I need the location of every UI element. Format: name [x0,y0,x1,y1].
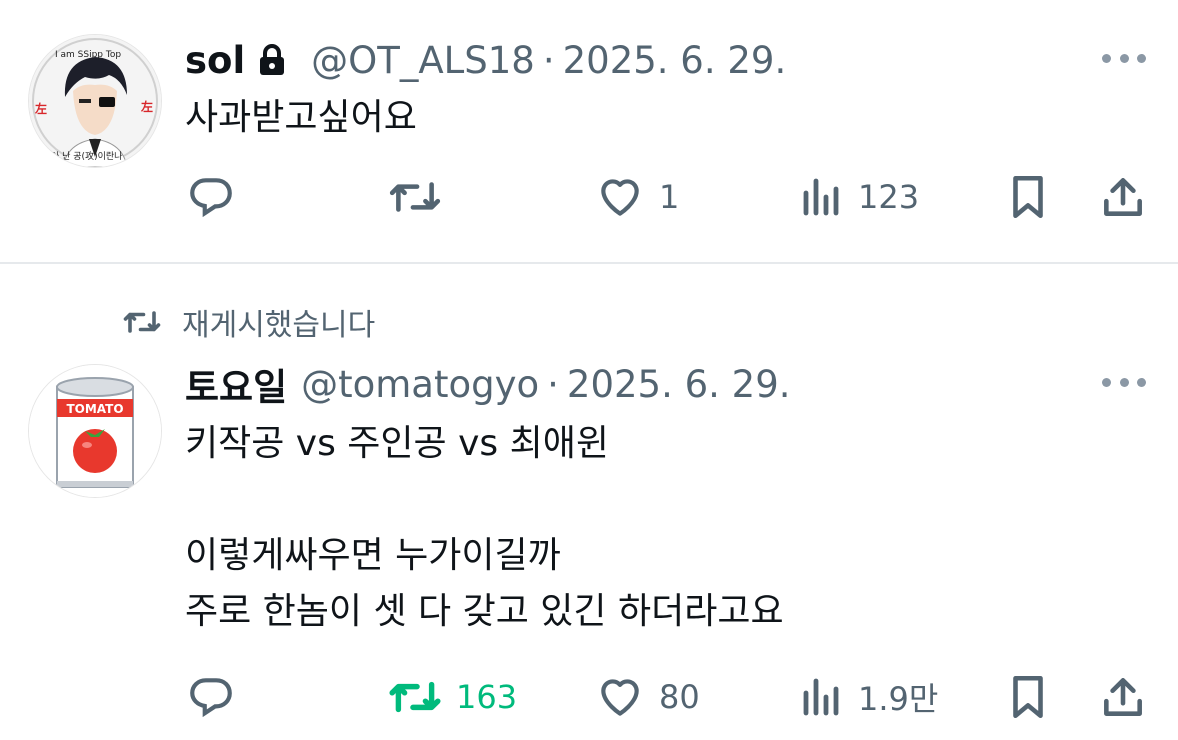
bookmark-icon [1013,675,1043,719]
tweet-text-line: 사과받고싶어요 [185,97,417,138]
share-icon [1104,678,1142,716]
tweet-text: 사과받고싶어요 [185,90,417,146]
can-label: TOMATO [66,402,123,416]
avatar-tomato[interactable]: TOMATO [28,364,162,498]
post-date[interactable]: 2025. 6. 29. [567,363,791,406]
user-handle[interactable]: @tomatogyo [301,363,539,406]
view-count: 1.9만 [858,680,939,718]
action-bar: 163 80 1.9만 [0,667,1178,727]
tweet-text-line: 키작공 vs 주인공 vs 최애윈 [185,423,609,464]
like-button[interactable]: 1 [595,167,679,227]
more-icon[interactable] [1102,54,1146,66]
action-bar: 1 123 [0,167,1178,227]
tweet-header: 토요일 @tomatogyo · 2025. 6. 29. [185,362,791,410]
user-handle[interactable]: @OT_ALS18 [311,39,535,82]
reply-button[interactable] [186,167,250,227]
like-icon [601,679,639,716]
tweet-text-line: 이렇게싸우면 누가이길까 [185,535,561,576]
view-count: 123 [858,178,920,216]
avatar-sol-image: I am SSipp Top 左 左 아 난 공(攻)이란나 [29,35,161,167]
avatar-text-left: 左 [34,101,47,116]
tweet-text-line [185,472,784,528]
like-button[interactable]: 80 [595,667,700,727]
bookmark-button[interactable] [1006,167,1050,227]
retweet-button[interactable] [388,167,456,227]
tweet-text: 키작공 vs 주인공 vs 최애윈 이렇게싸우면 누가이길까 주로 한놈이 셋 … [185,416,784,640]
retweet-button[interactable]: 163 [388,667,517,727]
retweet-count: 163 [456,678,518,716]
tweet-1[interactable]: I am SSipp Top 左 左 아 난 공(攻)이란나 sol @OT_A… [0,0,1178,262]
views-button[interactable]: 1.9만 [800,667,938,727]
post-date[interactable]: 2025. 6. 29. [563,39,787,82]
share-icon [1104,178,1142,216]
reply-icon [190,178,232,218]
tweet-text-line: 주로 한놈이 셋 다 갖고 있긴 하더라고요 [185,591,784,632]
display-name[interactable]: sol [185,39,245,82]
views-icon [803,178,839,216]
bookmark-button[interactable] [1006,667,1050,727]
separator-dot: · [547,362,559,406]
avatar-text-bottom: 아 난 공(攻)이란나 [51,150,122,162]
like-count: 1 [659,178,680,216]
avatar-sol[interactable]: I am SSipp Top 左 左 아 난 공(攻)이란나 [28,34,162,168]
tweet-2[interactable]: TOMATO 토요일 @tomatogyo · 2025. 6. 29. 키작공… [0,264,1178,740]
more-icon[interactable] [1102,378,1146,390]
lock-icon [257,43,287,77]
avatar-text-right: 左 [140,99,153,114]
bookmark-icon [1013,175,1043,219]
share-button[interactable] [1100,167,1146,227]
retweet-icon [389,681,441,713]
like-count: 80 [659,678,700,716]
tweet-header: sol @OT_ALS18 · 2025. 6. 29. [185,38,786,82]
views-icon [803,678,839,716]
reply-button[interactable] [186,667,250,727]
avatar-tomato-image: TOMATO [29,365,161,497]
like-icon [601,179,639,216]
views-button[interactable]: 123 [800,167,919,227]
share-button[interactable] [1100,667,1146,727]
retweet-icon [389,182,441,212]
display-name[interactable]: 토요일 [185,357,287,411]
avatar-text-top: I am SSipp Top [55,50,121,60]
separator-dot: · [542,38,555,82]
reply-icon [190,678,232,718]
